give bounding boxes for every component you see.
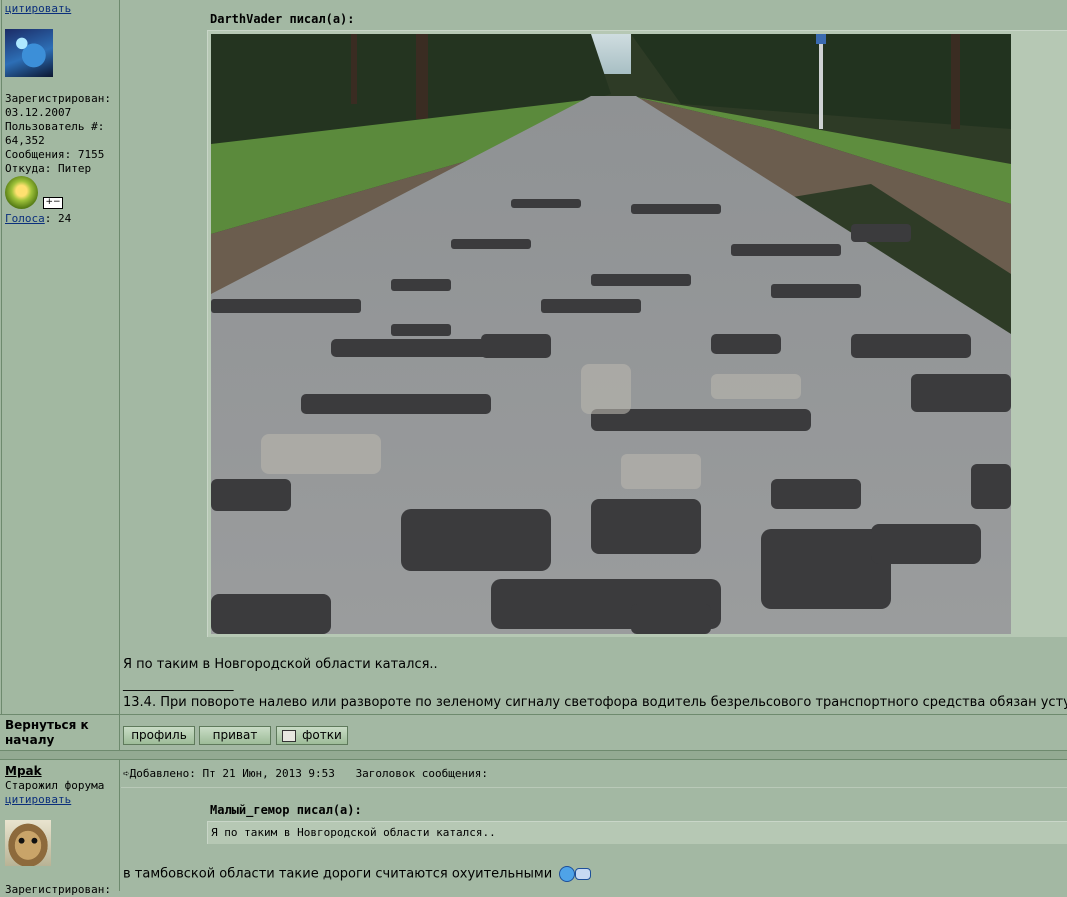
photos-button[interactable]: фотки bbox=[276, 726, 348, 745]
photos-icon bbox=[282, 729, 297, 742]
post2-user-rank: Старожил форума bbox=[5, 779, 105, 792]
post2-message-body: в тамбовской области такие дороги считаю… bbox=[123, 866, 553, 882]
post2-added-date: Добавлено: Пт 21 Июн, 2013 9:53 bbox=[129, 767, 335, 780]
expand-rank-icon[interactable]: +− bbox=[43, 197, 63, 209]
post1-bottom-divider bbox=[0, 714, 1067, 715]
post1-votes: Голоса: 24 bbox=[5, 212, 71, 226]
post1-signature-line: _________________ bbox=[123, 677, 234, 692]
post2-message-text: в тамбовской области такие дороги считаю… bbox=[123, 866, 592, 882]
post-arrow-icon: ➪ bbox=[123, 767, 130, 780]
post2-quote-link[interactable]: цитировать bbox=[5, 793, 71, 807]
post1-registered-value: 03.12.2007 bbox=[5, 106, 72, 119]
laughing-smiley-icon bbox=[559, 866, 576, 882]
post2-header-divider bbox=[121, 787, 1067, 788]
post2-avatar bbox=[5, 820, 51, 866]
private-message-button[interactable]: приват bbox=[199, 726, 271, 745]
post2-quote-text: Я по таким в Новгородской области каталс… bbox=[211, 826, 496, 839]
post2-header: ➪Добавлено: Пт 21 Июн, 2013 9:53 Заголов… bbox=[123, 767, 488, 780]
post1-quote-author: DarthVader писал(а): bbox=[210, 12, 355, 26]
thumbs-smiley-icon bbox=[575, 868, 592, 880]
post1-signature: 13.4. При повороте налево или развороте … bbox=[123, 695, 1067, 710]
post1-location: Откуда: Питер bbox=[5, 162, 92, 175]
votes-link[interactable]: Голоса bbox=[5, 212, 45, 225]
post1-registered-label: Зарегистрирован: bbox=[5, 92, 111, 105]
post2-username[interactable]: Mpak bbox=[5, 764, 42, 778]
rank-star-icon bbox=[5, 176, 38, 209]
back-to-top-link[interactable]: Вернуться к началу bbox=[5, 718, 105, 748]
post1-messages-count: Сообщения: 7155 bbox=[5, 148, 105, 161]
post-separator bbox=[0, 751, 1067, 759]
post2-subject-label: Заголовок сообщения: bbox=[355, 767, 489, 780]
post1-user-number-label: Пользователь #: bbox=[5, 120, 105, 133]
post1-avatar bbox=[5, 29, 53, 77]
road-photo[interactable] bbox=[211, 34, 1011, 634]
post2-quote-author: Малый_гемор писал(а): bbox=[210, 803, 362, 817]
post1-quote-link[interactable]: цитировать bbox=[5, 2, 71, 16]
profile-button[interactable]: профиль bbox=[123, 726, 195, 745]
post2-registered-label: Зарегистрирован: bbox=[5, 883, 111, 896]
post1-message-text: Я по таким в Новгородской области каталс… bbox=[123, 657, 438, 672]
photos-button-label: фотки bbox=[302, 728, 342, 742]
post1-user-number-value: 64,352 bbox=[5, 134, 45, 147]
post-separator-bottom bbox=[0, 759, 1067, 760]
votes-value: : 24 bbox=[44, 212, 72, 225]
